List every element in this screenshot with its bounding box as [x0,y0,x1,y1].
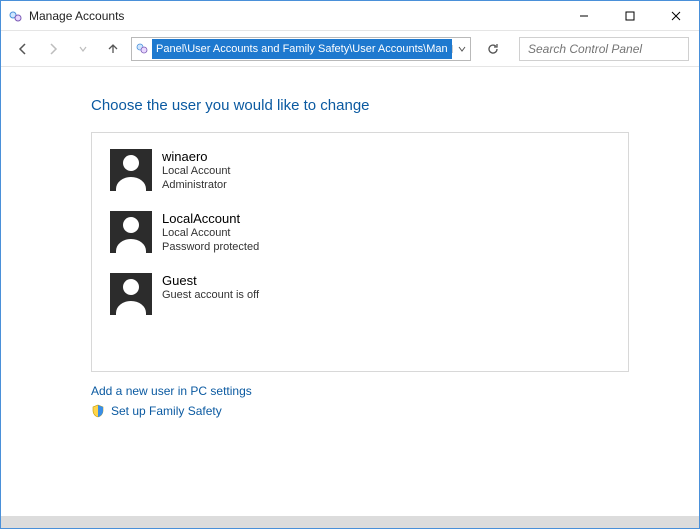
account-item-guest[interactable]: Guest Guest account is off [110,273,350,315]
link-label: Set up Family Safety [111,404,222,418]
account-text: winaero Local Account Administrator [162,149,231,193]
minimize-button[interactable] [561,1,607,30]
navigation-bar [1,31,699,67]
chevron-down-icon [458,45,466,53]
arrow-right-icon [46,42,60,56]
status-strip [1,516,699,528]
account-name: LocalAccount [162,211,259,227]
window-title: Manage Accounts [29,9,124,23]
account-type: Local Account [162,227,259,241]
address-bar[interactable] [131,37,471,61]
account-item-localaccount[interactable]: LocalAccount Local Account Password prot… [110,211,350,255]
arrow-left-icon [16,42,30,56]
close-icon [671,11,681,21]
account-type: Local Account [162,165,231,179]
avatar-icon [110,211,152,253]
account-name: Guest [162,273,259,289]
accounts-panel: winaero Local Account Administrator Loca… [91,132,629,372]
shield-icon [91,404,105,418]
account-status: Guest account is off [162,289,259,303]
control-panel-icon [7,8,23,24]
page-heading: Choose the user you would like to change [91,97,629,114]
link-label: Add a new user in PC settings [91,384,252,398]
title-bar-left: Manage Accounts [1,8,124,24]
content-area: Choose the user you would like to change… [1,67,699,516]
refresh-icon [486,42,500,56]
chevron-down-icon [78,44,88,54]
family-safety-link[interactable]: Set up Family Safety [91,404,629,418]
search-input[interactable] [526,41,687,57]
avatar-icon [110,149,152,191]
up-button[interactable] [101,37,125,61]
back-button[interactable] [11,37,35,61]
maximize-button[interactable] [607,1,653,30]
address-dropdown-button[interactable] [452,45,470,53]
manage-accounts-window: Manage Accounts [0,0,700,529]
recent-locations-button[interactable] [71,37,95,61]
account-role: Administrator [162,179,231,193]
avatar-icon [110,273,152,315]
maximize-icon [625,11,635,21]
action-links: Add a new user in PC settings Set up Fam… [91,384,629,418]
address-input[interactable] [152,39,452,59]
add-user-link[interactable]: Add a new user in PC settings [91,384,629,398]
window-controls [561,1,699,30]
search-box[interactable] [519,37,689,61]
account-status: Password protected [162,241,259,255]
title-bar: Manage Accounts [1,1,699,31]
arrow-up-icon [106,42,120,56]
close-button[interactable] [653,1,699,30]
account-text: Guest Guest account is off [162,273,259,303]
account-name: winaero [162,149,231,165]
account-grid: winaero Local Account Administrator Loca… [110,149,610,315]
user-accounts-icon [132,42,152,56]
forward-button[interactable] [41,37,65,61]
account-item-winaero[interactable]: winaero Local Account Administrator [110,149,350,193]
account-text: LocalAccount Local Account Password prot… [162,211,259,255]
refresh-button[interactable] [481,37,505,61]
minimize-icon [579,11,589,21]
